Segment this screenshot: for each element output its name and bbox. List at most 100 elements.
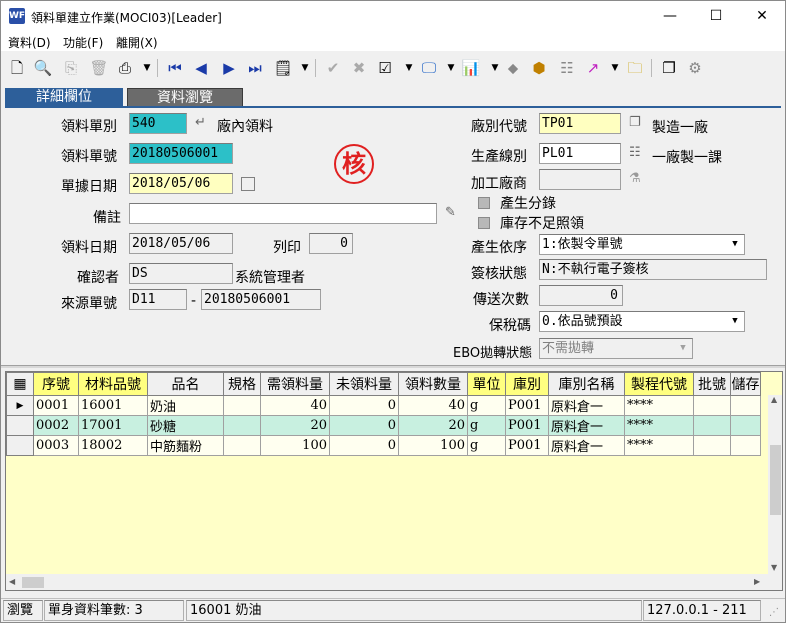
resize-grip-icon[interactable]: ⋰ [769, 607, 779, 618]
tax-select[interactable]: 0.依品號預設 ▼ [539, 311, 745, 332]
cell-warehouse-name[interactable]: 原料倉一 [548, 435, 625, 456]
cell-qty[interactable]: 40 [398, 395, 468, 416]
approve-dropdown-icon[interactable]: ▼ [399, 58, 419, 78]
cell-unit[interactable]: g [467, 435, 506, 456]
cell-name[interactable]: 砂糖 [147, 415, 224, 436]
maximize-button[interactable]: ☐ [693, 1, 739, 32]
column-header[interactable]: 批號 [693, 372, 731, 396]
vendor-lookup-icon[interactable]: ⚗ [629, 171, 641, 186]
cell-required[interactable]: 40 [260, 395, 330, 416]
cell-seq[interactable]: 0003 [33, 435, 79, 456]
print-dropdown-icon[interactable]: ▼ [137, 58, 157, 78]
grid-corner-icon[interactable]: ▦ [6, 372, 34, 396]
cell-qty[interactable]: 100 [398, 435, 468, 456]
previous-record-icon[interactable]: ◀ [191, 58, 211, 78]
cell-lot[interactable] [693, 395, 731, 416]
confirm-icon[interactable]: ✔ [323, 58, 343, 78]
scroll-up-icon[interactable]: ▲ [771, 395, 777, 404]
cell-required[interactable]: 100 [260, 435, 330, 456]
cell-seq[interactable]: 0002 [33, 415, 79, 436]
cell-warehouse-name[interactable]: 原料倉一 [548, 395, 625, 416]
remark-field[interactable] [129, 203, 437, 224]
close-button[interactable]: ✕ [739, 1, 785, 32]
tree-icon[interactable]: ☷ [557, 58, 577, 78]
approve-icon[interactable]: ☑ [375, 58, 395, 78]
new-document-icon[interactable]: 🗋 [7, 58, 27, 78]
cell-process[interactable]: **** [624, 435, 694, 456]
cell-store[interactable] [730, 435, 761, 456]
line-field[interactable]: PL01 [539, 143, 621, 164]
gen-split-checkbox[interactable] [478, 197, 490, 209]
basis-select[interactable]: 1:依製令單號 ▼ [539, 234, 745, 255]
query-dropdown-icon[interactable]: ▼ [295, 58, 315, 78]
cell-store[interactable] [730, 415, 761, 436]
tab-browse[interactable]: 資料瀏覽 [127, 88, 243, 107]
cell-item[interactable]: 18002 [78, 435, 148, 456]
transfer-dropdown-icon[interactable]: ▼ [605, 58, 625, 78]
cell-lot[interactable] [693, 435, 731, 456]
cell-store[interactable] [730, 395, 761, 416]
column-header[interactable]: 庫別名稱 [548, 372, 625, 396]
column-header[interactable]: 品名 [147, 372, 224, 396]
cell-qty[interactable]: 20 [398, 415, 468, 436]
column-header[interactable]: 材料品號 [78, 372, 148, 396]
factory-lookup-icon[interactable]: ❐ [629, 115, 641, 130]
cell-warehouse[interactable]: P001 [505, 415, 549, 436]
doc-date-field[interactable]: 2018/05/06 [129, 173, 233, 194]
doc-no-field[interactable]: 20180506001 [129, 143, 233, 164]
cell-name[interactable]: 奶油 [147, 395, 224, 416]
print-icon[interactable]: ⎙ [115, 58, 135, 78]
factory-field[interactable]: TP01 [539, 113, 621, 134]
cell-warehouse[interactable]: P001 [505, 435, 549, 456]
row-indicator[interactable] [6, 415, 34, 436]
tag-icon[interactable]: ⬢ [529, 58, 549, 78]
last-record-icon[interactable]: ⏭ [245, 58, 265, 78]
table-row[interactable]: 0002 17001 砂糖 20 0 20 g P001 原料倉一 **** [6, 415, 761, 436]
cell-process[interactable]: **** [624, 415, 694, 436]
folder-icon[interactable]: 🗀 [625, 58, 645, 78]
first-record-icon[interactable]: ⏮ [165, 58, 185, 78]
cell-spec[interactable] [223, 415, 261, 436]
column-header[interactable]: 領料數量 [398, 372, 468, 396]
column-header[interactable]: 製程代號 [624, 372, 694, 396]
menu-data[interactable]: 資料(D) [8, 34, 51, 51]
query-icon[interactable]: 🗒 [273, 58, 293, 78]
vertical-scrollbar[interactable]: ▲ ▼ [768, 395, 782, 590]
scroll-down-icon[interactable]: ▼ [771, 563, 777, 572]
menu-function[interactable]: 功能(F) [63, 34, 103, 51]
table-row[interactable]: ▶ 0001 16001 奶油 40 0 40 g P001 原料倉一 **** [6, 395, 761, 416]
cell-required[interactable]: 20 [260, 415, 330, 436]
table-row[interactable]: 0003 18002 中筋麵粉 100 0 100 g P001 原料倉一 **… [6, 435, 761, 456]
column-header[interactable]: 規格 [223, 372, 261, 396]
screen-dropdown-icon[interactable]: ▼ [441, 58, 461, 78]
windows-icon[interactable]: ❐ [659, 58, 679, 78]
doc-type-field[interactable]: 540 [129, 113, 187, 134]
next-record-icon[interactable]: ▶ [219, 58, 239, 78]
cell-unissued[interactable]: 0 [329, 395, 399, 416]
cell-warehouse[interactable]: P001 [505, 395, 549, 416]
cell-item[interactable]: 16001 [78, 395, 148, 416]
transfer-icon[interactable]: ↗ [583, 58, 603, 78]
tree-lookup-icon[interactable]: ☷ [629, 145, 641, 160]
report-icon[interactable]: 📊 [461, 58, 481, 78]
cell-unissued[interactable]: 0 [329, 435, 399, 456]
menu-exit[interactable]: 離開(X) [116, 34, 158, 51]
column-header[interactable]: 序號 [33, 372, 79, 396]
row-indicator[interactable]: ▶ [6, 395, 34, 416]
cell-seq[interactable]: 0001 [33, 395, 79, 416]
report-dropdown-icon[interactable]: ▼ [485, 58, 505, 78]
edit-note-icon[interactable]: ✎ [445, 205, 456, 220]
splitter[interactable] [1, 365, 785, 368]
column-header[interactable]: 儲存 [730, 372, 761, 396]
scroll-left-icon[interactable]: ◀ [9, 577, 15, 586]
cell-spec[interactable] [223, 395, 261, 416]
column-header[interactable]: 單位 [467, 372, 506, 396]
preview-icon[interactable]: 🔍 [33, 58, 53, 78]
column-header[interactable]: 需領料量 [260, 372, 330, 396]
cell-warehouse-name[interactable]: 原料倉一 [548, 415, 625, 436]
stock-short-checkbox[interactable] [478, 217, 490, 229]
column-header[interactable]: 庫別 [505, 372, 549, 396]
cell-spec[interactable] [223, 435, 261, 456]
cell-item[interactable]: 17001 [78, 415, 148, 436]
horizontal-scrollbar[interactable]: ◀ ▶ [6, 574, 768, 590]
